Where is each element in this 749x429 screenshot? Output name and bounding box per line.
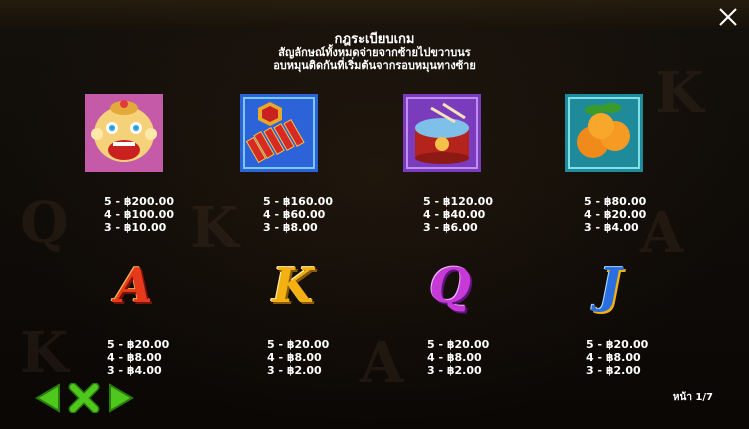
letter-a-pay-4: 4 - ฿8.00 — [107, 351, 162, 364]
previous-page-icon[interactable] — [33, 383, 61, 413]
symbol-1-pay-5: 5 - ฿200.00 — [104, 195, 174, 208]
symbol-1-pay-3: 3 - ฿10.00 — [104, 221, 167, 234]
letter-k-pay-4: 4 - ฿8.00 — [267, 351, 322, 364]
symbol-oranges — [565, 94, 643, 172]
letter-j-pay-3: 3 - ฿2.00 — [586, 364, 641, 377]
symbol-2-pay-4: 4 - ฿60.00 — [263, 208, 326, 221]
letter-a-pay-5: 5 - ฿20.00 — [107, 338, 170, 351]
symbol-firecrackers — [240, 94, 318, 172]
symbol-1-pay-4: 4 - ฿100.00 — [104, 208, 174, 221]
oranges-icon — [565, 94, 643, 172]
symbol-drum — [403, 94, 481, 172]
page-indicator: หน้า 1/7 — [672, 392, 713, 403]
close-icon[interactable] — [717, 6, 739, 28]
letter-k-pay-5: 5 - ฿20.00 — [267, 338, 330, 351]
symbol-3-pay-4: 4 - ฿40.00 — [423, 208, 486, 221]
letter-q-pay-3: 3 - ฿2.00 — [427, 364, 482, 377]
lion-dance-icon — [85, 94, 163, 172]
letter-j-pay-5: 5 - ฿20.00 — [586, 338, 649, 351]
letter-q-pay-5: 5 - ฿20.00 — [427, 338, 490, 351]
letter-j-pay-4: 4 - ฿8.00 — [586, 351, 641, 364]
symbol-4-pay-4: 4 - ฿20.00 — [584, 208, 647, 221]
symbol-2-pay-5: 5 - ฿160.00 — [263, 195, 333, 208]
letter-j-icon: J — [598, 258, 622, 314]
symbol-4-pay-5: 5 - ฿80.00 — [584, 195, 647, 208]
background-jackpot-strip — [0, 0, 749, 28]
background-letter: A — [360, 330, 404, 396]
close-rules-x-icon[interactable] — [68, 383, 100, 413]
next-page-icon[interactable] — [108, 383, 136, 413]
letter-a-pay-3: 3 - ฿4.00 — [107, 364, 162, 377]
symbol-3-pay-5: 5 - ฿120.00 — [423, 195, 493, 208]
background-letter: Q — [20, 190, 69, 256]
firecracker-icon — [240, 94, 318, 172]
symbol-2-pay-3: 3 - ฿8.00 — [263, 221, 318, 234]
background-letter: A — [640, 200, 684, 266]
rules-description-line-1: สัญลักษณ์ทั้งหมดจ่ายจากซ้ายไปขวาบนร — [278, 46, 471, 59]
letter-k-icon: K — [272, 258, 314, 314]
background-letter: K — [20, 320, 69, 386]
symbol-lion-dance — [85, 94, 163, 172]
background-letter: K — [190, 195, 239, 261]
symbol-3-pay-3: 3 - ฿6.00 — [423, 221, 478, 234]
letter-k-pay-3: 3 - ฿2.00 — [267, 364, 322, 377]
letter-a-icon: A — [115, 258, 153, 314]
letter-q-icon: Q — [429, 258, 471, 314]
symbol-4-pay-3: 3 - ฿4.00 — [584, 221, 639, 234]
rules-description-line-2: อบหมุนติดกันที่เริ่มต้นจากรอบหมุนทางซ้าย — [273, 59, 476, 72]
drum-icon — [403, 94, 481, 172]
letter-q-pay-4: 4 - ฿8.00 — [427, 351, 482, 364]
